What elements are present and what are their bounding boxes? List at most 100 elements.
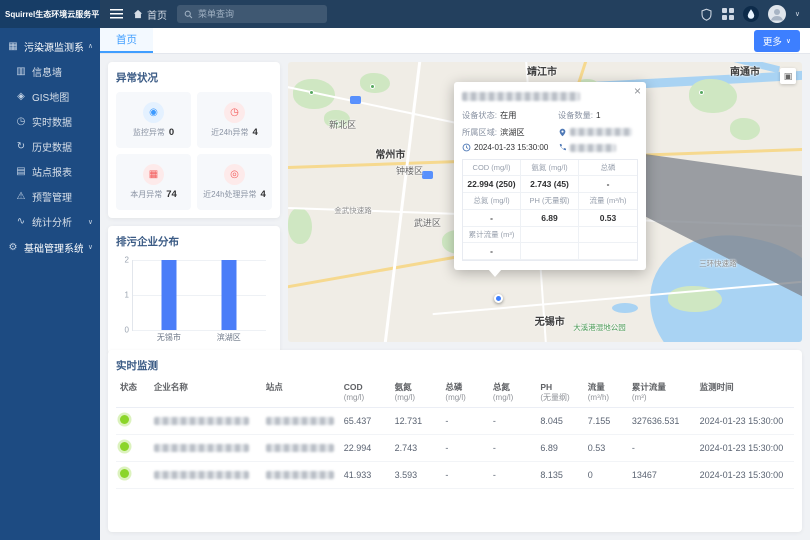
device-status-value: 在用 <box>500 109 516 121</box>
popup-fields: 设备状态:在用 设备数量:1 所属区域:滨湖区 2024-01-23 15:30… <box>462 109 638 152</box>
popup-metric-label: 氨氮 (mg/l) <box>521 160 579 176</box>
tab-home[interactable]: 首页 <box>100 28 153 53</box>
stat-label: 近24h异常 <box>211 127 248 138</box>
realtime-card-title: 实时监测 <box>116 358 794 373</box>
sidebar-item-label: 预警管理 <box>32 189 72 204</box>
value-cell: - <box>441 407 488 434</box>
calendar-icon: ▦ <box>143 164 164 185</box>
distribution-chart-card: 排污企业分布 012无锡市滨湖区 <box>108 226 280 354</box>
map-label: 武进区 <box>414 216 441 229</box>
column-header: COD(mg/l) <box>340 380 391 407</box>
handled-icon: ◎ <box>224 164 245 185</box>
popup-metric-value: - <box>463 243 521 260</box>
hamburger-menu-icon[interactable] <box>110 9 123 19</box>
popup-company-name-redacted <box>462 90 638 102</box>
chart-bar <box>221 260 236 330</box>
table-row[interactable]: 65.43712.731--8.0457.155327636.5312024-0… <box>116 407 794 434</box>
value-cell: - <box>441 434 488 461</box>
popup-metric-value: 2.743 (45) <box>521 176 579 193</box>
apps-grid-icon[interactable] <box>722 8 734 20</box>
stat-value: 0 <box>169 127 174 138</box>
main-area: 首页 ∨ 首页 更多 ∨ 异常状况 <box>100 0 810 540</box>
value-cell: - <box>489 434 536 461</box>
sidebar-section-0[interactable]: ▦污染源监测系统∧ <box>0 33 100 59</box>
sidebar-item[interactable]: ▤站点报表 <box>0 159 100 184</box>
sidebar-item[interactable]: ∿统计分析∨ <box>0 209 100 234</box>
map-label: 三环快速路 <box>699 258 737 269</box>
company-name-redacted <box>154 444 249 452</box>
screen: Squirrel生态环境云服务平台 ▦污染源监测系统∧▥信息墙◈GIS地图◷实时… <box>0 0 810 540</box>
breadcrumb-label: 首页 <box>147 7 167 22</box>
value-cell: 7.155 <box>584 407 628 434</box>
value-cell: 0 <box>584 461 628 488</box>
value-cell: 2024-01-23 15:30:00 <box>696 407 794 434</box>
water-drop-logo[interactable] <box>743 6 759 22</box>
sidebar-section-label: 基础管理系统 <box>24 240 83 255</box>
table-row[interactable]: 22.9942.743--6.890.53-2024-01-23 15:30:0… <box>116 434 794 461</box>
sidebar-menu: ▦污染源监测系统∧▥信息墙◈GIS地图◷实时数据 ↻ 历史数据 ▤站点报表⚠预警管理∿… <box>0 28 100 260</box>
left-column: 异常状况 ◉监控异常0◷近24h异常4▦本月异常74◎近24h处理异常4 排污企… <box>108 62 280 342</box>
chart-bar <box>161 260 176 330</box>
site-name-redacted <box>266 417 334 425</box>
sidebar-item[interactable]: ◷实时数据 <box>0 109 100 134</box>
popup-metric-label <box>521 227 579 243</box>
column-header: 总磷(mg/l) <box>441 380 488 407</box>
value-cell: 2024-01-23 15:30:00 <box>696 434 794 461</box>
more-button[interactable]: 更多 ∨ <box>754 30 800 52</box>
popup-metric-label: 流量 (m³/h) <box>579 193 637 209</box>
value-cell: 6.89 <box>536 434 583 461</box>
popup-metric-value <box>521 243 579 260</box>
column-header: 企业名称 <box>150 380 262 407</box>
company-cell <box>150 407 262 434</box>
value-cell: 2024-01-23 15:30:00 <box>696 461 794 488</box>
stat-label: 本月异常 <box>130 189 162 200</box>
stat-item-2: ▦ 本月异常 74 <box>116 154 191 210</box>
value-cell: 2.743 <box>391 434 442 461</box>
wall-icon: ▥ <box>15 66 27 77</box>
breadcrumb[interactable]: 首页 <box>133 7 167 22</box>
sidebar-item-label: 历史数据 <box>32 139 72 154</box>
column-header: PH(无量纲) <box>536 380 583 407</box>
chevron-down-icon[interactable]: ∨ <box>795 10 800 18</box>
map-label: 钟楼区 <box>396 164 423 177</box>
column-header: 状态 <box>116 380 150 407</box>
region-value: 滨湖区 <box>500 126 525 138</box>
realtime-icon: ◷ <box>15 116 27 127</box>
value-cell: - <box>628 434 696 461</box>
sidebar-section-1[interactable]: ⚙基础管理系统∨ <box>0 234 100 260</box>
search-box[interactable] <box>177 5 327 23</box>
settings-icon: ⚙ <box>7 242 19 253</box>
map[interactable]: 靖江市南通市新北区常州市钟楼区金武快速路武进区无锡市大溪港湿地公园三环快速路 ▣… <box>288 62 802 342</box>
column-header: 站点 <box>262 380 340 407</box>
sidebar-item-label: 统计分析 <box>32 214 72 229</box>
sidebar-item[interactable]: ◈GIS地图 <box>0 84 100 109</box>
monitor-icon: ◉ <box>143 102 164 123</box>
gis-map-icon: ◈ <box>15 91 27 102</box>
value-cell: 13467 <box>628 461 696 488</box>
map-info-popup: × 设备状态:在用 设备数量:1 所属区域:滨湖区 2024-01-23 15:… <box>454 82 646 270</box>
address-redacted <box>570 128 632 136</box>
shield-icon[interactable] <box>700 8 713 21</box>
sidebar-item[interactable]: ▥信息墙 <box>0 59 100 84</box>
table-row[interactable]: 41.9333.593--8.1350134672024-01-23 15:30… <box>116 461 794 488</box>
map-layers-control[interactable]: ▣ <box>780 68 796 84</box>
abnormal-status-card: 异常状况 ◉监控异常0◷近24h异常4▦本月异常74◎近24h处理异常4 <box>108 62 280 218</box>
site-name-redacted <box>266 444 334 452</box>
site-cell <box>262 434 340 461</box>
sidebar-item[interactable]: ⚠预警管理 <box>0 184 100 209</box>
sidebar-item[interactable]: ↻ 历史数据 <box>0 134 100 159</box>
abnormal-stats: ◉监控异常0◷近24h异常4▦本月异常74◎近24h处理异常4 <box>116 92 272 210</box>
history-icon: ↻ <box>15 141 27 152</box>
user-avatar[interactable] <box>768 5 786 23</box>
popup-metric-label: 总氮 (mg/l) <box>463 193 521 209</box>
status-online-dot <box>120 442 129 451</box>
station-marker[interactable] <box>494 294 503 303</box>
close-icon[interactable]: × <box>634 85 641 97</box>
search-input[interactable] <box>198 9 320 19</box>
stat-item-0: ◉监控异常0 <box>116 92 191 148</box>
system-grid-icon: ▦ <box>7 41 19 52</box>
home-icon <box>133 9 143 19</box>
phone-icon <box>558 143 567 152</box>
chart-title: 排污企业分布 <box>116 234 272 249</box>
stat-value: 74 <box>166 189 177 200</box>
